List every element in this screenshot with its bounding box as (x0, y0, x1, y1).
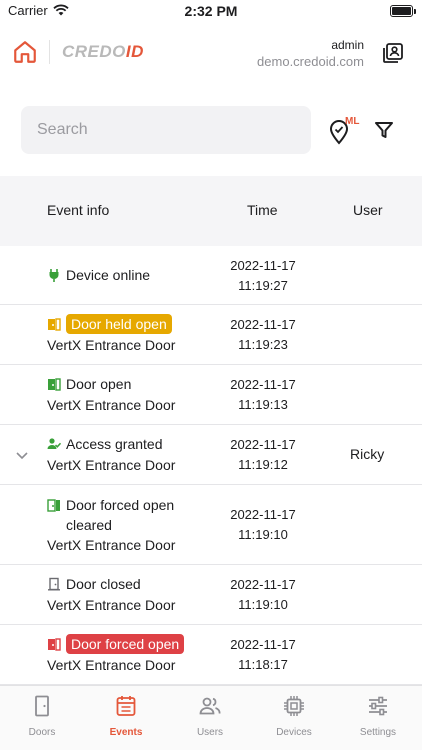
ml-location-button[interactable]: ML (328, 116, 362, 146)
calendar-list-icon (116, 696, 136, 716)
event-title: Device online (66, 267, 151, 283)
column-header-user: User (353, 202, 383, 218)
tab-users[interactable]: Users (168, 686, 252, 750)
door-cleared-icon (47, 499, 60, 512)
door-held-open-icon (48, 318, 61, 331)
event-date: 2022-11-17 (230, 437, 296, 452)
table-row[interactable]: Access granted VertX Entrance Door 2022-… (0, 425, 422, 485)
door-forced-icon (48, 638, 61, 651)
event-time: 11:19:12 (238, 457, 288, 472)
door-icon (35, 695, 49, 717)
event-time: 11:19:13 (238, 397, 288, 412)
column-header-time: Time (247, 202, 278, 218)
credoid-logo: CREDOID (62, 42, 144, 61)
event-door: VertX Entrance Door (47, 397, 176, 413)
user-profile-icon[interactable] (381, 41, 405, 65)
chip-icon (284, 696, 304, 716)
user-check-icon (47, 438, 61, 449)
table-header: Event info Time User (0, 176, 422, 246)
column-header-event-info: Event info (47, 202, 110, 218)
tab-events[interactable]: Events (84, 686, 168, 750)
event-door: VertX Entrance Door (47, 657, 176, 673)
status-time: 2:32 PM (184, 3, 238, 19)
tab-bar: Doors Events Users Devices Settings (0, 685, 422, 750)
sliders-icon (369, 696, 387, 716)
battery-icon (390, 5, 416, 17)
event-date: 2022-11-17 (230, 507, 296, 522)
event-date: 2022-11-17 (230, 317, 296, 332)
door-closed-icon (48, 577, 60, 591)
event-user: Ricky (350, 446, 385, 462)
event-title: Door closed (66, 576, 141, 592)
chevron-down-icon[interactable] (15, 448, 29, 462)
home-icon[interactable] (12, 39, 38, 65)
event-time: 11:19:23 (238, 337, 288, 352)
event-time: 11:18:17 (238, 657, 288, 672)
tab-label: Settings (359, 727, 397, 738)
table-row[interactable]: Door held open VertX Entrance Door 2022-… (0, 305, 422, 365)
table-row[interactable]: Door open VertX Entrance Door 2022-11-17… (0, 365, 422, 425)
event-title: Door forced open (66, 497, 175, 513)
table-row[interactable]: Door closed VertX Entrance Door 2022-11-… (0, 565, 422, 625)
header-divider (49, 40, 50, 64)
tab-settings[interactable]: Settings (336, 686, 420, 750)
event-title-continued: cleared (66, 517, 112, 533)
event-time: 11:19:10 (238, 527, 288, 542)
tab-label: Devices (276, 727, 312, 738)
status-bar: Carrier 2:32 PM (0, 0, 422, 24)
table-row[interactable]: Door forced open VertX Entrance Door 202… (0, 625, 422, 685)
tab-label: Events (109, 727, 143, 738)
event-door: VertX Entrance Door (47, 597, 176, 613)
event-date: 2022-11-17 (230, 258, 296, 273)
search-input[interactable] (21, 106, 311, 154)
door-open-icon (48, 378, 61, 391)
event-time: 11:19:27 (238, 278, 288, 293)
tab-label: Doors (28, 727, 56, 738)
event-door: VertX Entrance Door (47, 337, 176, 353)
tab-devices[interactable]: Devices (252, 686, 336, 750)
ml-label: ML (345, 116, 360, 127)
event-time: 11:19:10 (238, 597, 288, 612)
table-row[interactable]: Device online 2022-11-17 11:19:27 (0, 246, 422, 305)
event-door: VertX Entrance Door (47, 537, 176, 553)
event-date: 2022-11-17 (230, 637, 296, 652)
event-title: Door open (66, 376, 132, 392)
app-header: CREDOID admin demo.credoid.com (0, 28, 422, 80)
event-title-badge: Door held open (66, 314, 172, 334)
tab-label: Users (196, 727, 224, 738)
table-row[interactable]: Door forced open cleared VertX Entrance … (0, 485, 422, 565)
user-domain: demo.credoid.com (257, 54, 364, 69)
users-icon (199, 697, 221, 715)
event-title: Access granted (66, 436, 163, 452)
event-title-badge: Door forced open (66, 634, 185, 654)
events-list: Device online 2022-11-17 11:19:27 Door h… (0, 246, 422, 685)
user-name: admin (331, 38, 364, 52)
event-date: 2022-11-17 (230, 577, 296, 592)
event-date: 2022-11-17 (230, 377, 296, 392)
tab-doors[interactable]: Doors (0, 686, 84, 750)
plug-icon (49, 269, 59, 282)
event-door: VertX Entrance Door (47, 457, 176, 473)
filter-icon[interactable] (374, 120, 394, 140)
